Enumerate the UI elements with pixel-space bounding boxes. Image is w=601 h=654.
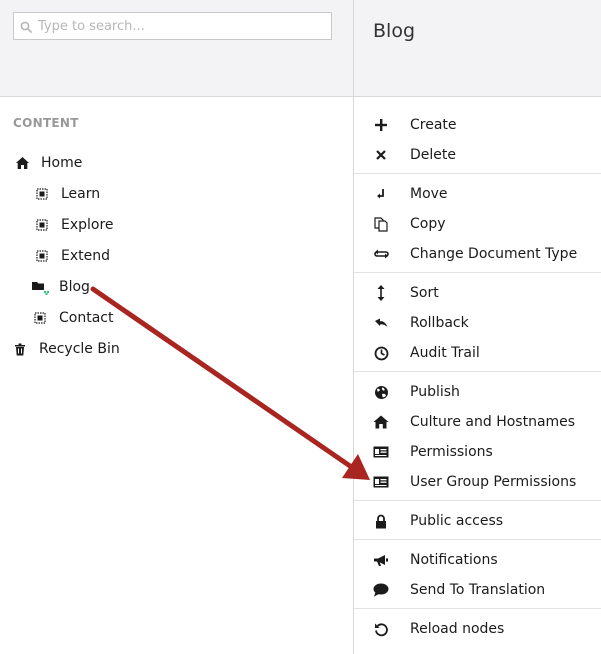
lock-icon — [372, 512, 390, 530]
action-public-access[interactable]: Public access — [354, 506, 601, 536]
action-change-document-type[interactable]: Change Document Type — [354, 239, 601, 269]
move-icon — [372, 185, 390, 203]
actions-panel: Blog Create Delete Move Copy Change Docu… — [354, 0, 601, 654]
folder-icon — [31, 278, 49, 296]
action-publish[interactable]: Publish — [354, 377, 601, 407]
tree-item-home[interactable]: Home — [13, 149, 82, 177]
action-label: Sort — [410, 285, 439, 301]
tree-item-label: Learn — [61, 186, 101, 202]
tree-item-label: Explore — [61, 217, 114, 233]
tree-item-contact[interactable]: Contact — [31, 304, 113, 332]
action-label: Audit Trail — [410, 345, 480, 361]
actions-title: Blog — [373, 20, 415, 42]
speech-bubble-icon — [372, 581, 390, 599]
action-label: Reload nodes — [410, 621, 505, 637]
action-label: Send To Translation — [410, 582, 546, 598]
action-move[interactable]: Move — [354, 179, 601, 209]
action-label: Culture and Hostnames — [410, 414, 576, 430]
tree-item-blog[interactable]: Blog — [31, 273, 90, 301]
action-send-to-translation[interactable]: Send To Translation — [354, 575, 601, 605]
action-label: Permissions — [410, 444, 493, 460]
document-icon — [33, 216, 51, 234]
action-label: Delete — [410, 147, 456, 163]
menu-separator — [354, 173, 601, 174]
home-icon — [372, 413, 390, 431]
action-label: Change Document Type — [410, 246, 578, 262]
document-icon — [33, 185, 51, 203]
action-copy[interactable]: Copy — [354, 209, 601, 239]
tree-header — [0, 0, 353, 97]
search-box[interactable] — [13, 12, 332, 40]
id-card-icon — [372, 443, 390, 461]
action-label: Move — [410, 186, 448, 202]
clock-icon — [372, 344, 390, 362]
swap-icon — [372, 245, 390, 263]
action-label: Publish — [410, 384, 460, 400]
search-icon — [20, 21, 32, 33]
action-create[interactable]: Create — [354, 110, 601, 140]
action-label: User Group Permissions — [410, 474, 577, 490]
action-label: Notifications — [410, 552, 498, 568]
action-permissions[interactable]: Permissions — [354, 437, 601, 467]
action-label: Public access — [410, 513, 504, 529]
id-card-icon — [372, 473, 390, 491]
megaphone-icon — [372, 551, 390, 569]
tree-item-extend[interactable]: Extend — [33, 242, 110, 270]
action-notifications[interactable]: Notifications — [354, 545, 601, 575]
action-sort[interactable]: Sort — [354, 278, 601, 308]
actions-header: Blog — [354, 0, 601, 97]
action-reload-nodes[interactable]: Reload nodes — [354, 614, 601, 644]
action-label: Rollback — [410, 315, 469, 331]
tree-item-label: Recycle Bin — [39, 341, 120, 357]
menu-separator — [354, 500, 601, 501]
document-icon — [31, 309, 49, 327]
menu-separator — [354, 608, 601, 609]
plus-icon — [372, 116, 390, 134]
action-rollback[interactable]: Rollback — [354, 308, 601, 338]
content-tree-panel: CONTENT Home Learn Explore Extend Blog — [0, 0, 353, 654]
home-icon — [13, 154, 31, 172]
trash-icon — [11, 340, 29, 358]
document-icon — [33, 247, 51, 265]
tree-item-learn[interactable]: Learn — [33, 180, 100, 208]
menu-separator — [354, 539, 601, 540]
menu-separator — [354, 272, 601, 273]
action-audit-trail[interactable]: Audit Trail — [354, 338, 601, 368]
sort-icon — [372, 284, 390, 302]
copy-icon — [372, 215, 390, 233]
search-input[interactable] — [38, 16, 323, 36]
reload-icon — [372, 620, 390, 638]
action-delete[interactable]: Delete — [354, 140, 601, 170]
globe-icon — [372, 383, 390, 401]
action-user-group-permissions[interactable]: User Group Permissions — [354, 467, 601, 497]
action-culture-and-hostnames[interactable]: Culture and Hostnames — [354, 407, 601, 437]
tree-item-explore[interactable]: Explore — [33, 211, 114, 239]
action-label: Create — [410, 117, 457, 133]
x-icon — [372, 146, 390, 164]
tree-item-label: Contact — [59, 310, 114, 326]
undo-icon — [372, 314, 390, 332]
section-label-content: CONTENT — [13, 116, 79, 130]
menu-separator — [354, 371, 601, 372]
tree-item-label: Extend — [61, 248, 110, 264]
tree-item-label: Home — [41, 155, 83, 171]
tree-item-label: Blog — [59, 279, 90, 295]
action-label: Copy — [410, 216, 446, 232]
tree-item-recycle-bin[interactable]: Recycle Bin — [11, 335, 120, 363]
